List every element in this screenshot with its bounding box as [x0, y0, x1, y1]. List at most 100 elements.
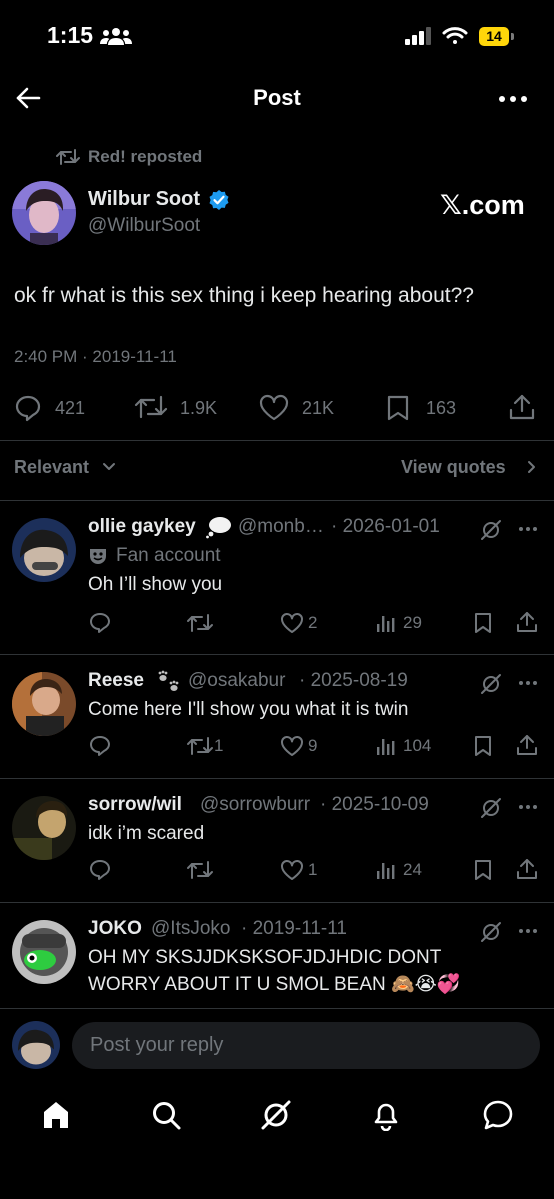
reply-author-name[interactable]: sorrow/wil [88, 794, 182, 816]
home-icon[interactable] [40, 1099, 72, 1131]
reply-author-handle[interactable]: @monb… [238, 516, 324, 538]
bookmark-icon[interactable] [473, 734, 493, 758]
reply-avatar[interactable] [12, 920, 76, 984]
reply-author-name[interactable]: Reese [88, 670, 144, 692]
grok-icon[interactable] [480, 797, 502, 819]
view-quotes-link[interactable]: View quotes [401, 457, 506, 478]
share-icon[interactable] [516, 733, 538, 757]
cellular-signal-icon [405, 27, 433, 45]
reply-avatar[interactable] [12, 796, 76, 860]
author-handle[interactable]: @WilburSoot [88, 215, 200, 237]
bookmark-count: 163 [426, 398, 457, 418]
repost-label: Red! reposted [88, 147, 203, 166]
divider [0, 654, 554, 655]
reply-view-count: 104 [403, 736, 432, 755]
post-timestamp: 2:40 PM · 2019-11-11 [14, 347, 177, 366]
reply-date: · 2025-10-09 [320, 794, 429, 815]
reply-date: · 2026-01-01 [331, 516, 440, 537]
theater-mask-icon [88, 546, 108, 566]
search-icon[interactable] [150, 1099, 182, 1131]
divider [0, 500, 554, 501]
retweet-icon[interactable] [186, 859, 214, 881]
divider [0, 440, 554, 441]
reply-icon[interactable] [88, 734, 112, 758]
source-label: 𝕏.com [440, 190, 525, 220]
bookmark-icon[interactable] [386, 394, 410, 422]
author-avatar[interactable] [12, 181, 76, 245]
reply-view-count: 29 [403, 613, 422, 632]
speech-bubble-emoji-icon [205, 515, 233, 539]
more-options-icon[interactable] [498, 94, 528, 104]
reply-view-count: 24 [403, 860, 422, 879]
heart-icon[interactable] [259, 394, 289, 422]
post-text: ok fr what is this sex thing i keep hear… [14, 284, 474, 307]
heart-icon[interactable] [280, 859, 304, 881]
wifi-icon [442, 26, 468, 46]
more-options-icon[interactable] [518, 804, 538, 810]
grok-icon[interactable] [260, 1099, 292, 1131]
battery-tip [511, 33, 514, 40]
reply-date: · 2025-08-19 [299, 670, 408, 691]
paw-prints-emoji-icon [155, 668, 183, 694]
reply-author-handle[interactable]: @osakabur [188, 670, 285, 692]
grok-icon[interactable] [480, 519, 502, 541]
bookmark-icon[interactable] [473, 858, 493, 882]
divider [0, 778, 554, 779]
more-options-icon[interactable] [518, 928, 538, 934]
share-icon[interactable] [516, 610, 538, 634]
heart-icon[interactable] [280, 612, 304, 634]
my-avatar[interactable] [12, 1021, 60, 1069]
reply-avatar[interactable] [12, 518, 76, 582]
reply-text-line-2: WORRY ABOUT IT U SMOL BEAN 🙈😭💞 [88, 974, 461, 995]
reply-like-count: 2 [308, 613, 318, 632]
reply-text: Oh I’ll show you [88, 574, 223, 595]
reply-count: 421 [55, 398, 86, 418]
more-options-icon[interactable] [518, 526, 538, 532]
reply-icon[interactable] [88, 611, 112, 635]
sort-dropdown[interactable]: Relevant [14, 457, 89, 478]
reply-author-name[interactable]: JOKO [88, 918, 142, 940]
reply-icon[interactable] [88, 858, 112, 882]
notifications-bell-icon[interactable] [370, 1099, 402, 1131]
author-name[interactable]: Wilbur Soot [88, 188, 200, 211]
reply-author-handle[interactable]: @ItsJoko [151, 918, 230, 940]
battery-indicator: 14 [479, 27, 509, 46]
bookmark-icon[interactable] [473, 611, 493, 635]
share-icon[interactable] [509, 393, 535, 421]
reply-like-count: 1 [308, 860, 318, 879]
sort-label: Relevant [14, 457, 90, 477]
repost-count: 1.9K [180, 398, 218, 418]
reply-avatar[interactable] [12, 672, 76, 736]
chevron-right-icon [527, 460, 537, 474]
grok-icon[interactable] [480, 673, 502, 695]
reply-input-placeholder: Post your reply [90, 1034, 224, 1056]
reply-date: · 2019-11-11 [241, 918, 347, 939]
grok-icon[interactable] [480, 921, 502, 943]
share-icon[interactable] [516, 857, 538, 881]
composer-divider [0, 1008, 554, 1009]
reply-text-line-1: OH MY SKSJJDKSKSOFJDJHDIC DONT [88, 947, 442, 968]
more-options-icon[interactable] [518, 680, 538, 686]
verified-badge-icon [208, 189, 230, 211]
reply-repost-count: 1 [214, 736, 224, 755]
divider [0, 902, 554, 903]
messages-icon[interactable] [482, 1099, 514, 1131]
repost-icon [56, 147, 80, 167]
retweet-icon[interactable] [186, 612, 214, 634]
views-chart-icon[interactable] [376, 735, 398, 757]
retweet-icon[interactable] [186, 735, 214, 757]
views-chart-icon[interactable] [376, 859, 398, 881]
reply-text: idk i’m scared [88, 823, 205, 844]
reply-icon[interactable] [14, 394, 42, 422]
heart-icon[interactable] [280, 735, 304, 757]
reply-like-count: 9 [308, 736, 318, 755]
retweet-icon[interactable] [134, 394, 168, 420]
views-chart-icon[interactable] [376, 612, 398, 634]
reply-author-name[interactable]: ollie gaykey [88, 516, 196, 538]
reply-author-handle[interactable]: @sorrowburr [200, 794, 310, 816]
page-title: Post [253, 85, 301, 110]
status-time: 1:15 [47, 22, 94, 48]
focus-people-icon [100, 27, 132, 45]
reply-text: Come here I'll show you what it is twin [88, 699, 409, 720]
chevron-down-icon [102, 462, 116, 472]
